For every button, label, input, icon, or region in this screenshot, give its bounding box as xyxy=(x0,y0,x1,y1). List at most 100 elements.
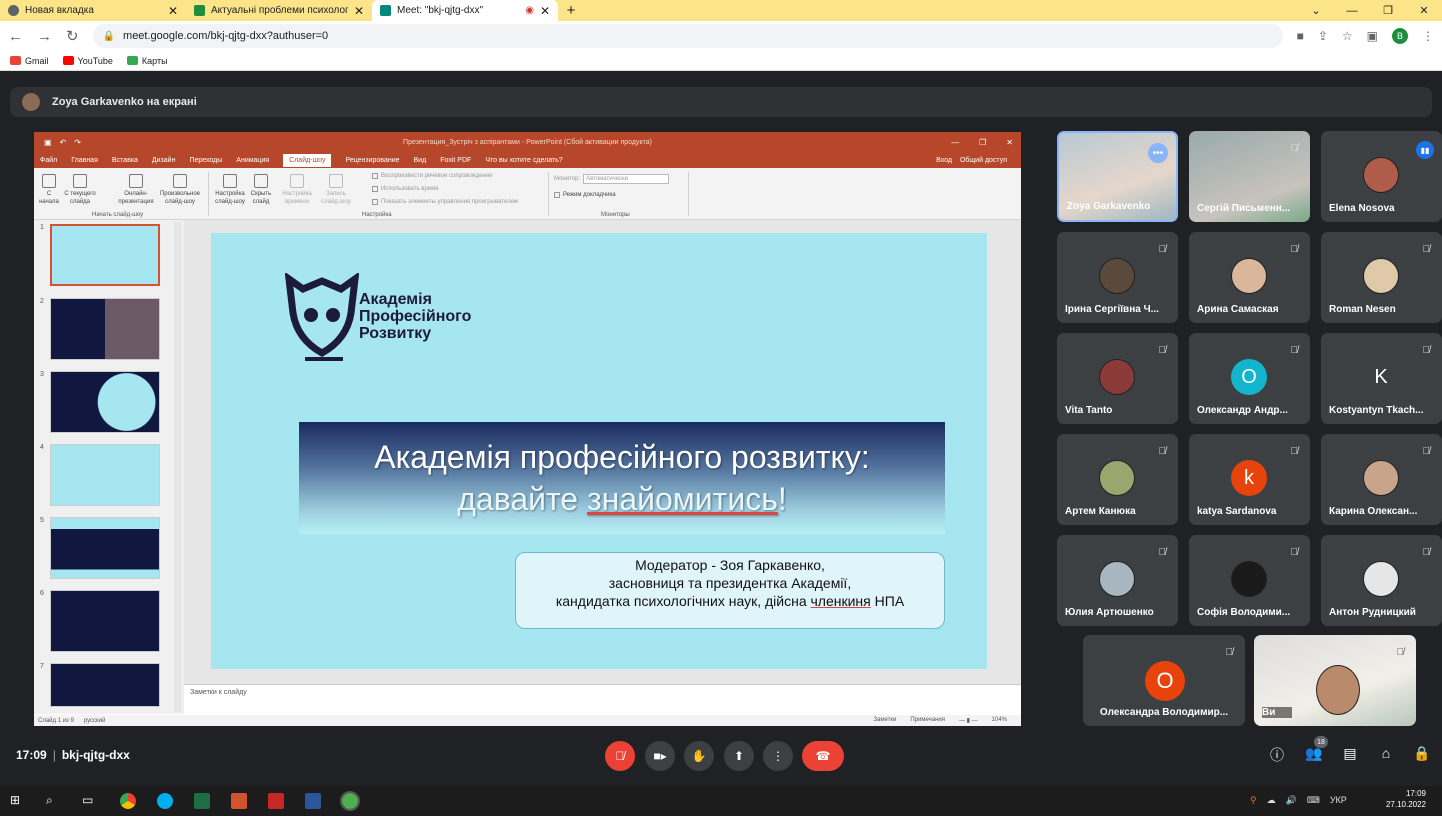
excel-icon[interactable] xyxy=(194,793,210,809)
chrome-icon xyxy=(8,5,19,16)
menu-animation: Анимация xyxy=(236,156,270,164)
powerpoint-icon[interactable] xyxy=(231,793,247,809)
forward-icon[interactable]: → xyxy=(37,28,52,45)
more-options-icon[interactable]: ••• xyxy=(1148,143,1168,163)
participant-tile[interactable]: 🎙̸ Сергій Письменн... xyxy=(1189,131,1310,222)
thumb-scrollbar xyxy=(174,222,181,712)
leave-call-button[interactable]: ☎ xyxy=(802,741,844,771)
bookmarks-bar: Gmail YouTube Карты xyxy=(0,51,1442,71)
window-controls: ⌄ — ❐ ✕ xyxy=(1298,0,1442,21)
back-icon[interactable]: ← xyxy=(8,28,23,45)
online-present-button: Онлайн-презентация xyxy=(114,174,158,206)
present-button[interactable]: ⬆ xyxy=(724,741,754,771)
chevron-down-icon[interactable]: ⌄ xyxy=(1298,4,1334,17)
thumb-number: 5 xyxy=(40,517,44,524)
host-controls-icon[interactable]: 🔒 xyxy=(1411,745,1433,762)
avatar xyxy=(22,93,40,111)
tab-meet[interactable]: Meet: "bkj-qjtg-dxx" ◉ ✕ xyxy=(372,0,558,21)
windows-start-icon[interactable]: ⊞ xyxy=(10,793,26,809)
participant-tile[interactable]: 🎙̸ О Олександра Володимир... xyxy=(1083,635,1245,726)
avatar xyxy=(1363,157,1399,193)
monitor-select: Монитор: Автоматически xyxy=(554,174,670,184)
tab-classroom[interactable]: Актуальні проблеми психології ✕ xyxy=(186,0,372,21)
participant-tile[interactable]: ••• Zoya Garkavenko xyxy=(1057,131,1178,222)
new-tab-button[interactable]: + xyxy=(558,0,584,21)
mic-toggle-button[interactable]: 🎙̸ xyxy=(605,741,635,771)
word-icon[interactable] xyxy=(305,793,321,809)
menu-share: Общий доступ xyxy=(959,156,1007,164)
menu-tell-me: Что вы хотите сделать? xyxy=(485,156,563,164)
slide-thumb xyxy=(50,444,160,506)
participant-tile[interactable]: 🎙̸ Юлия Артюшенко xyxy=(1057,535,1178,626)
participant-tile[interactable]: 🎙̸ Артем Канюка xyxy=(1057,434,1178,525)
star-icon[interactable]: ☆ xyxy=(1342,29,1353,43)
participant-tile-self[interactable]: 🎙̸ Ви xyxy=(1254,635,1416,726)
chat-icon[interactable]: ▤ xyxy=(1339,745,1361,762)
menu-icon[interactable]: ⋮ xyxy=(1422,29,1434,43)
lock-icon: 🔒 xyxy=(102,30,116,42)
mic-off-icon: 🎙̸ xyxy=(1290,547,1299,558)
participant-name: Артем Канюка xyxy=(1065,506,1136,517)
participant-tile[interactable]: 🎙̸ k katya Sardanova xyxy=(1189,434,1310,525)
bookmark-label: YouTube xyxy=(77,55,113,66)
clock[interactable]: 17:09 27.10.2022 xyxy=(1386,788,1426,810)
side-panel-icon[interactable]: ▣ xyxy=(1367,29,1378,43)
menu-signin: Вход xyxy=(936,156,952,164)
mic-off-icon: 🎙̸ xyxy=(1158,446,1167,457)
chrome-icon[interactable] xyxy=(120,793,136,809)
pdf-editor-icon[interactable] xyxy=(268,793,284,809)
task-view-icon[interactable]: ▭ xyxy=(82,793,98,809)
minimize-button[interactable]: — xyxy=(1334,5,1370,17)
url-input[interactable]: 🔒 meet.google.com/bkj-qjtg-dxx?authuser=… xyxy=(92,24,1283,48)
bookmark-maps[interactable]: Карты xyxy=(126,56,168,66)
redo-icon: ↷ xyxy=(74,138,81,147)
current-slide: Академія Професійного Розвитку Академія … xyxy=(211,233,987,669)
bookmark-gmail[interactable]: Gmail xyxy=(10,56,49,66)
raise-hand-button[interactable]: ✋ xyxy=(684,741,714,771)
slide-title-line: Академія професійного розвитку: xyxy=(374,439,870,475)
profile-avatar[interactable]: B xyxy=(1392,28,1408,44)
restore-button[interactable]: ❐ xyxy=(1370,4,1406,17)
ppt-ribbon: С начала С текущего слайда Онлайн-презен… xyxy=(34,168,1021,220)
avatar: О xyxy=(1231,359,1267,395)
info-icon[interactable]: ⓘ xyxy=(1266,745,1288,765)
participant-tile[interactable]: 🎙̸ Антон Рудницкий xyxy=(1321,535,1442,626)
more-options-button[interactable]: ⋮ xyxy=(763,741,793,771)
setup-show-button: Настройка слайд-шоу xyxy=(212,174,248,206)
camera-icon[interactable]: ■ xyxy=(1297,29,1304,43)
skype-icon[interactable] xyxy=(157,793,173,809)
participant-tile[interactable]: 🎙̸ Roman Nesen xyxy=(1321,232,1442,323)
browser-tab-bar: Новая вкладка ✕ Актуальні проблеми психо… xyxy=(0,0,1442,21)
participant-tile[interactable]: 🎙̸ Софія Володими... xyxy=(1189,535,1310,626)
mic-off-icon: 🎙̸ xyxy=(1290,244,1299,255)
mic-off-icon: 🎙̸ xyxy=(1158,345,1167,356)
search-icon[interactable]: ⌕ xyxy=(46,793,62,809)
avatar: О xyxy=(1145,661,1185,701)
chrome-profile-icon[interactable] xyxy=(340,791,360,811)
reload-icon[interactable]: ↻ xyxy=(66,27,79,45)
participant-tile[interactable]: 🎙̸ K Kostyantyn Tkach... xyxy=(1321,333,1442,424)
menu-design: Дизайн xyxy=(151,156,176,164)
close-icon[interactable]: ✕ xyxy=(354,4,364,18)
close-icon[interactable]: ✕ xyxy=(168,4,178,18)
speaking-icon: ▮▮ xyxy=(1416,141,1434,159)
thumb-number: 6 xyxy=(40,590,44,597)
participant-tile[interactable]: 🎙̸ О Олександр Андр... xyxy=(1189,333,1310,424)
activities-icon[interactable]: ⌂ xyxy=(1375,745,1397,761)
close-icon[interactable]: ✕ xyxy=(540,4,550,18)
participant-tile[interactable]: 🎙̸ Vita Tanto xyxy=(1057,333,1178,424)
participant-tile[interactable]: ▮▮ Elena Nosova xyxy=(1321,131,1442,222)
comments-toggle: Примечания xyxy=(910,717,945,723)
participant-tile[interactable]: 🎙̸ Арина Самаская xyxy=(1189,232,1310,323)
tab-new[interactable]: Новая вкладка ✕ xyxy=(0,0,186,21)
bookmark-youtube[interactable]: YouTube xyxy=(62,55,113,66)
participant-tile[interactable]: 🎙̸ Ірина Сергіївна Ч... xyxy=(1057,232,1178,323)
camera-toggle-button[interactable]: ■▸ xyxy=(645,741,675,771)
participant-name: Карина Олексан... xyxy=(1329,506,1418,517)
save-icon: ▣ xyxy=(44,138,52,147)
participant-tile[interactable]: 🎙̸ Карина Олексан... xyxy=(1321,434,1442,525)
close-window-button[interactable]: ✕ xyxy=(1406,4,1442,17)
thumb-number: 2 xyxy=(40,298,44,305)
tab-title: Актуальні проблеми психології xyxy=(211,5,348,16)
share-icon[interactable]: ⇪ xyxy=(1318,29,1328,43)
